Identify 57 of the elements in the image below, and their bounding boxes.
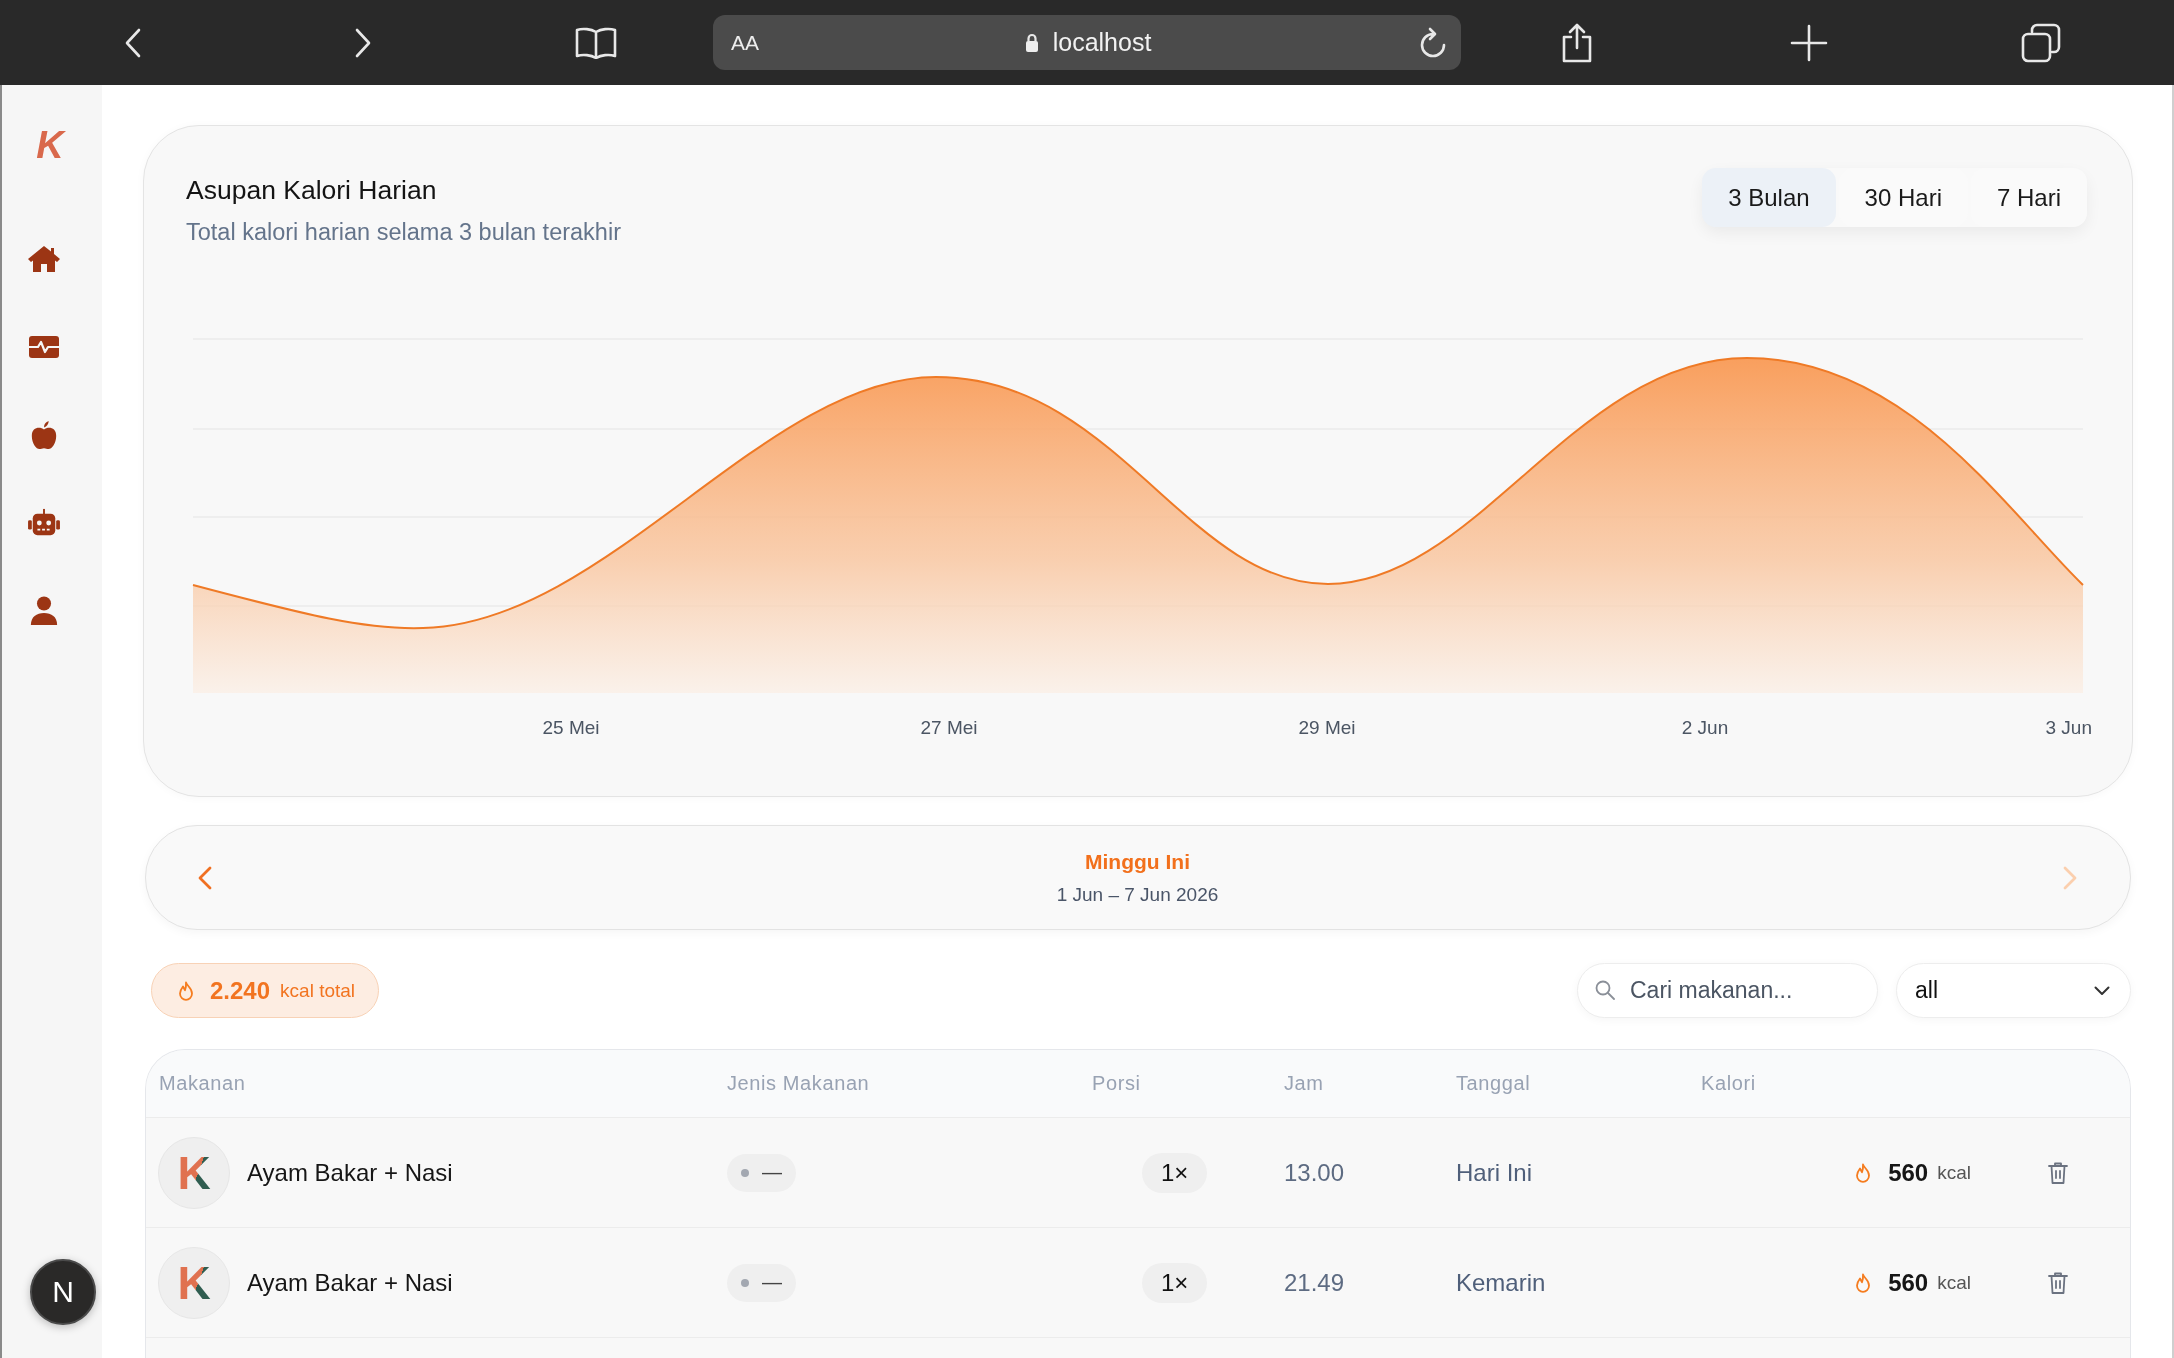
address-bar[interactable]: AA localhost	[713, 15, 1461, 70]
chart-subtitle: Total kalori harian selama 3 bulan terakhir	[186, 218, 621, 246]
week-range: 1 Jun – 7 Jun 2026	[1056, 883, 1219, 906]
calorie-value: 560	[1888, 1158, 1929, 1187]
trash-icon[interactable]	[2047, 1270, 2069, 1295]
axis-label: 25 Mei	[542, 717, 600, 738]
flame-icon	[1855, 1272, 1872, 1293]
search-icon	[1595, 980, 1615, 1000]
flame-icon	[178, 980, 194, 1001]
column-header: Jam	[1284, 1072, 1324, 1095]
share-icon[interactable]	[1560, 22, 1594, 63]
axis-label: 29 Mei	[1298, 717, 1356, 738]
food-thumbnail: K	[158, 1136, 230, 1209]
column-header: Jenis Makanan	[727, 1072, 870, 1095]
chevron-down-icon	[2094, 985, 2110, 996]
date-cell: Hari Ini	[1456, 1158, 1533, 1187]
dev-tools-button[interactable]: N	[30, 1259, 96, 1325]
food-type-text: —	[762, 1161, 782, 1184]
column-header: Porsi	[1092, 1072, 1141, 1095]
plus-icon[interactable]	[1790, 23, 1828, 62]
filter-dropdown[interactable]: all	[1896, 963, 2131, 1018]
calorie-unit: kcal	[1937, 1271, 1971, 1294]
time-cell: 13.00	[1284, 1158, 1345, 1187]
food-thumbnail: K	[158, 1246, 230, 1319]
food-type-text: —	[762, 1271, 782, 1294]
food-name: Ayam Bakar + Nasi	[247, 1158, 453, 1187]
column-header: Makanan	[159, 1072, 246, 1095]
url-text: localhost	[1052, 28, 1152, 57]
search-field[interactable]: Cari makanan...	[1577, 963, 1878, 1018]
date-cell: Kemarin	[1456, 1268, 1546, 1297]
range-tab[interactable]: 3 Bulan	[1702, 168, 1836, 227]
calorie-value: 560	[1888, 1268, 1929, 1297]
total-calories: 2.240	[210, 976, 271, 1005]
dot-icon	[741, 1168, 749, 1177]
total-calories-label: kcal total	[280, 979, 356, 1002]
portion-badge: 1×	[1142, 1152, 1208, 1193]
lock-icon	[1024, 32, 1039, 53]
tabs-icon[interactable]	[2021, 22, 2061, 63]
book-icon[interactable]	[575, 26, 617, 59]
column-header: Kalori	[1701, 1072, 1756, 1095]
text-size-button[interactable]: AA	[731, 30, 759, 55]
food-name: Ayam Bakar + Nasi	[247, 1268, 453, 1297]
home-icon[interactable]	[27, 244, 61, 274]
time-cell: 21.49	[1284, 1268, 1345, 1297]
calorie-unit: kcal	[1937, 1161, 1971, 1184]
axis-label: 3 Jun	[2045, 717, 2092, 738]
axis-label: 2 Jun	[1681, 717, 1729, 738]
portion-badge: 1×	[1142, 1262, 1208, 1303]
chevron-right-icon[interactable]	[354, 27, 372, 58]
chart-title: Asupan Kalori Harian	[186, 174, 437, 206]
trash-icon[interactable]	[2047, 1160, 2069, 1185]
flame-icon	[1855, 1162, 1872, 1183]
dot-icon	[741, 1278, 749, 1287]
column-header: Tanggal	[1456, 1072, 1531, 1095]
axis-label: 27 Mei	[920, 717, 978, 738]
week-title: Minggu Ini	[1085, 849, 1190, 875]
robot-icon[interactable]	[27, 508, 61, 538]
